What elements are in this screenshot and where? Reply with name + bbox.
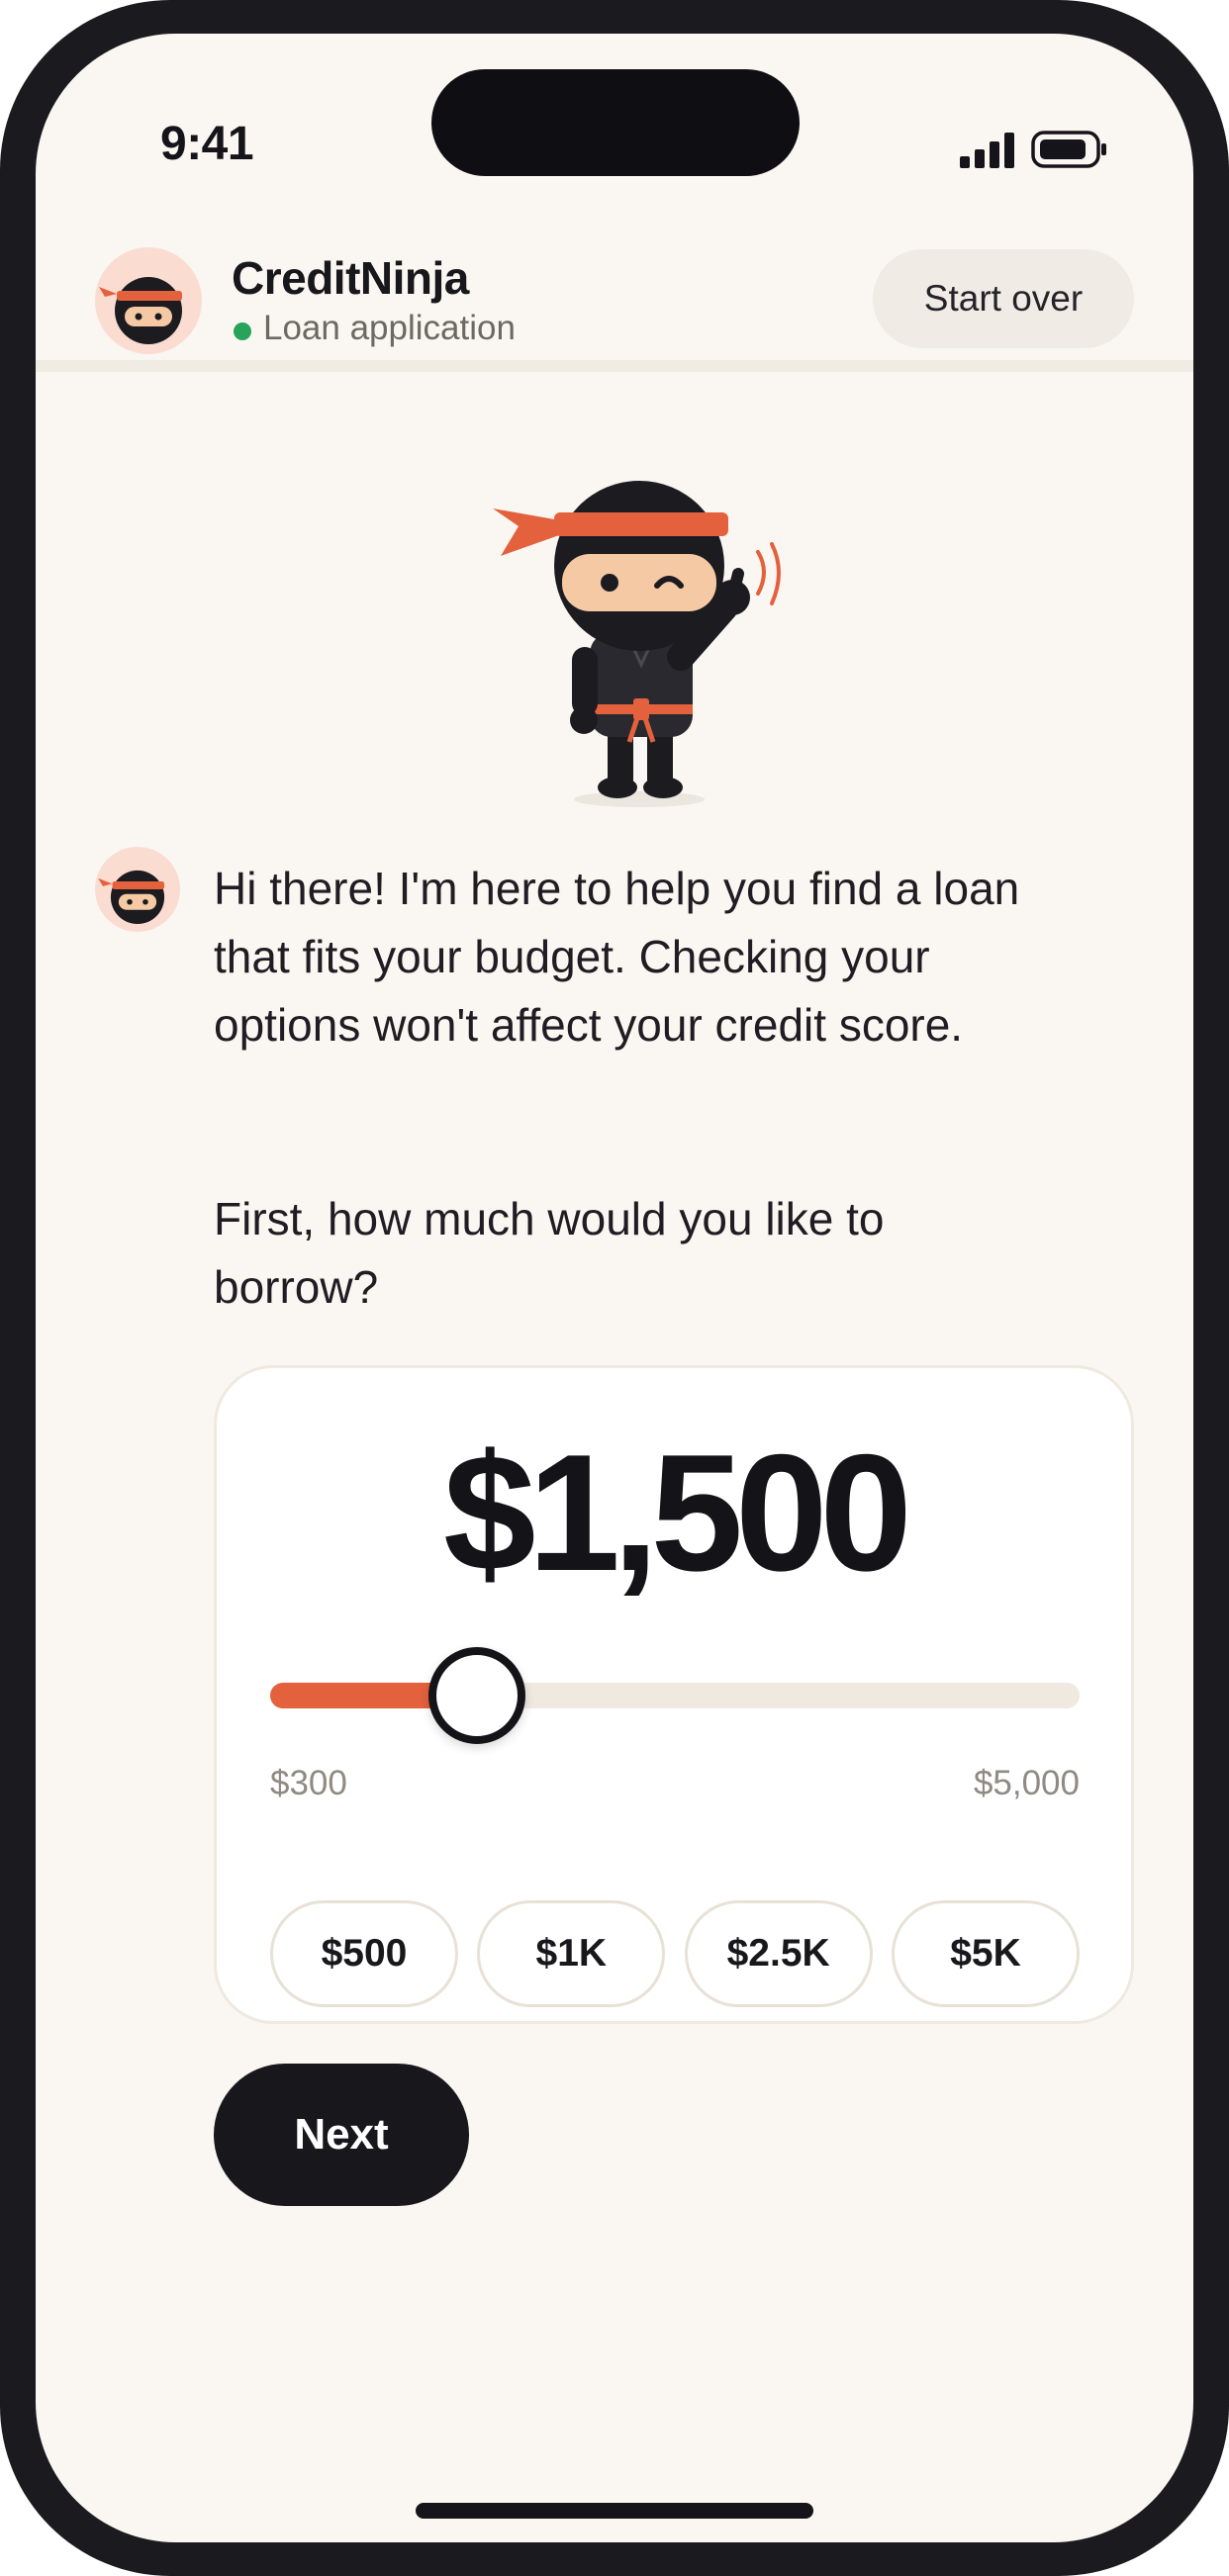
dynamic-island	[431, 69, 800, 176]
bot-avatar	[95, 847, 180, 932]
preset-2-5k-button[interactable]: $2.5K	[684, 1900, 873, 2007]
start-over-button[interactable]: Start over	[873, 249, 1134, 348]
status-label: Loan application	[263, 309, 516, 347]
status-time: 9:41	[160, 118, 254, 170]
next-button[interactable]: Next	[214, 2064, 469, 2206]
bot-question: First, how much would you like to borrow…	[214, 1193, 885, 1313]
loan-amount-card: $1,500 $300 $5,000 $500 $1K $2.5K $5K	[214, 1365, 1134, 2024]
header-divider	[36, 360, 1193, 372]
amount-slider-track[interactable]	[270, 1683, 1080, 1708]
app-screen: 9:41 CreditNinja Loan application Start …	[36, 34, 1193, 2542]
ninja-avatar-icon	[95, 247, 202, 354]
waving-ninja-mascot	[493, 481, 781, 807]
battery-icon	[1031, 131, 1106, 168]
amount-presets: $500 $1K $2.5K $5K	[270, 1900, 1080, 2007]
app-header: CreditNinja Loan application Start over	[36, 208, 1193, 376]
online-status-dot	[234, 322, 251, 340]
slider-max-label: $5,000	[973, 1764, 1080, 1802]
loan-amount-value: $1,500	[443, 1420, 912, 1606]
slider-min-label: $300	[270, 1764, 347, 1802]
preset-1k-button[interactable]: $1K	[477, 1900, 666, 2007]
phone-frame: 9:41 CreditNinja Loan application Start …	[0, 0, 1229, 2576]
cellular-signal-icon	[960, 133, 1014, 168]
home-indicator	[416, 2503, 813, 2519]
preset-500-button[interactable]: $500	[270, 1900, 458, 2007]
amount-slider-thumb[interactable]	[427, 1647, 525, 1744]
brand-name: CreditNinja	[232, 252, 469, 304]
ninja-avatar-icon	[98, 870, 165, 925]
bot-message: Hi there! I'm here to help you find a lo…	[214, 863, 1020, 1051]
preset-5k-button[interactable]: $5K	[891, 1900, 1080, 2007]
